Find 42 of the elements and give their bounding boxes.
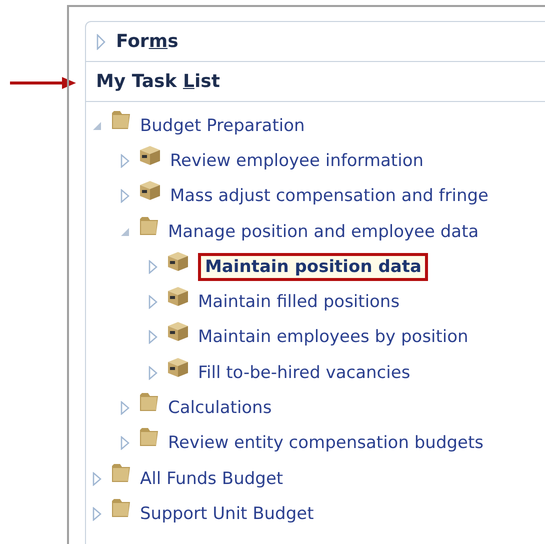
collapse-triangle-icon[interactable] xyxy=(92,120,102,131)
box-icon xyxy=(166,250,190,272)
tree-item[interactable]: Maintain filled positions xyxy=(198,291,400,314)
expand-triangle-icon[interactable] xyxy=(96,34,106,50)
tree-item[interactable]: Maintain position data xyxy=(198,252,428,281)
box-icon xyxy=(138,144,162,166)
tree-item[interactable]: Review employee information xyxy=(170,150,424,172)
folder-icon xyxy=(138,426,160,448)
expand-triangle-icon[interactable] xyxy=(148,366,158,380)
tree-item[interactable]: Mass adjust compensation and fringe xyxy=(170,185,489,208)
expand-triangle-icon[interactable] xyxy=(120,154,130,168)
folder-icon xyxy=(110,462,132,484)
box-icon xyxy=(166,285,190,308)
box-icon xyxy=(166,356,190,378)
collapse-triangle-icon[interactable] xyxy=(120,226,130,237)
tree-item[interactable]: Manage position and employee data xyxy=(168,220,479,243)
tree-item[interactable]: Support Unit Budget xyxy=(140,502,314,525)
expand-triangle-icon[interactable] xyxy=(120,401,130,416)
tree-item[interactable]: Calculations xyxy=(168,397,272,420)
folder-icon xyxy=(110,496,132,519)
pointer-arrow xyxy=(10,76,76,90)
folder-icon xyxy=(138,391,160,414)
section-header[interactable]: Forms xyxy=(86,22,545,62)
tree-item[interactable]: Maintain employees by position xyxy=(198,326,468,348)
tree-item[interactable]: Review entity compensation budgets xyxy=(168,432,484,454)
tree-item[interactable]: All Funds Budget xyxy=(140,468,284,490)
box-icon xyxy=(166,320,190,342)
expand-triangle-icon[interactable] xyxy=(120,436,130,450)
expand-triangle-icon[interactable] xyxy=(148,295,158,310)
folder-icon xyxy=(138,214,160,237)
folder-icon xyxy=(110,108,132,131)
expand-triangle-icon[interactable] xyxy=(92,472,102,486)
tree-item[interactable]: Fill to-be-hired vacancies xyxy=(198,362,410,384)
expand-triangle-icon[interactable] xyxy=(120,189,130,204)
tree-item[interactable]: Budget Preparation xyxy=(140,114,305,137)
section-title: My Task List xyxy=(96,70,220,94)
box-icon xyxy=(138,179,162,202)
section-title: Forms xyxy=(116,30,178,54)
section-header[interactable]: My Task List xyxy=(86,62,545,102)
expand-triangle-icon[interactable] xyxy=(92,506,102,521)
expand-triangle-icon[interactable] xyxy=(148,330,158,344)
expand-triangle-icon[interactable] xyxy=(148,260,158,274)
